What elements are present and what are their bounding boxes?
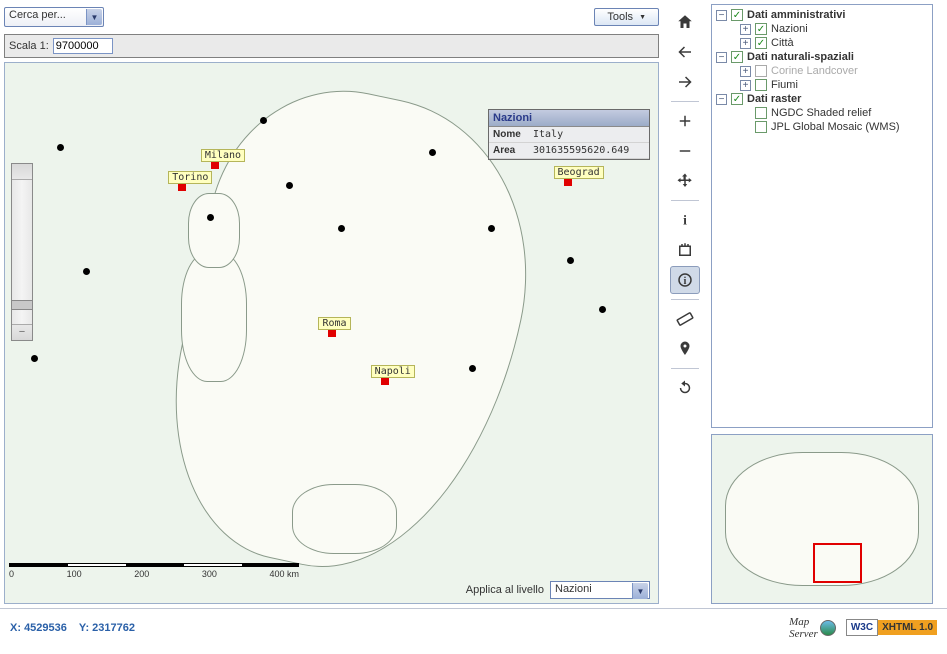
refresh-button[interactable] (670, 374, 700, 402)
city-label[interactable]: Napoli (371, 365, 415, 378)
w3c-xhtml-badge[interactable]: W3CXHTML 1.0 (846, 619, 937, 636)
poi-dot (260, 117, 267, 124)
back-extent-button[interactable] (670, 38, 700, 66)
info-name-label: Nome (493, 129, 527, 140)
zoom-out-button[interactable]: − (12, 324, 32, 340)
poi-dot (567, 257, 574, 264)
city-marker[interactable] (381, 377, 389, 385)
landmass-sardinia (181, 252, 246, 382)
layer-group-checkbox[interactable]: ✓ (731, 93, 743, 105)
apply-to-layer: Applica al livello Nazioni ▼ (466, 581, 650, 599)
zoom-handle[interactable] (11, 300, 33, 310)
expand-icon[interactable]: + (740, 24, 751, 35)
city-marker[interactable] (178, 183, 186, 191)
layer-group-checkbox[interactable]: ✓ (731, 51, 743, 63)
layer-tree: − ✓ Dati amministrativi + ✓ Nazioni + ✓ … (711, 4, 933, 428)
zoom-in-tool[interactable] (670, 107, 700, 135)
layer-checkbox[interactable]: ✓ (755, 79, 767, 91)
add-point-tool[interactable] (670, 335, 700, 363)
zoom-out-tool[interactable] (670, 137, 700, 165)
layer-checkbox[interactable]: ✓ (755, 37, 767, 49)
home-extent-button[interactable] (670, 8, 700, 36)
info-area-value: 301635595620.649 (533, 145, 629, 156)
zoom-slider[interactable]: − (11, 163, 33, 341)
scale-input[interactable] (53, 38, 113, 54)
forward-extent-button[interactable] (670, 68, 700, 96)
chevron-down-icon: ▼ (86, 9, 102, 25)
overview-map[interactable] (711, 434, 933, 604)
collapse-icon[interactable]: − (716, 52, 727, 63)
select-tool[interactable] (670, 236, 700, 264)
landmass-sicily (292, 484, 396, 554)
scale-tick: 200 (134, 569, 149, 579)
layer-group-checkbox[interactable]: ✓ (731, 9, 743, 21)
info-name-value: Italy (533, 129, 563, 140)
search-type-select[interactable]: Cerca per... ▼ (4, 7, 104, 27)
map-viewport[interactable]: − Nazioni Nome Italy Area 301635595620.6… (4, 62, 659, 604)
search-placeholder: Cerca per... (9, 9, 66, 21)
expand-icon[interactable]: + (740, 38, 751, 49)
scale-tick: 400 km (269, 569, 299, 579)
poi-dot (338, 225, 345, 232)
svg-text:i: i (683, 213, 687, 228)
info-area-label: Area (493, 145, 527, 156)
chevron-down-icon: ▼ (632, 583, 648, 599)
poi-dot (599, 306, 606, 313)
collapse-icon[interactable]: − (716, 10, 727, 21)
feature-info-tool[interactable]: i (670, 266, 700, 294)
scale-tick: 100 (67, 569, 82, 579)
measure-tool[interactable] (670, 305, 700, 333)
scale-bar: 0 100 200 300 400 km (9, 563, 299, 579)
layer-jpl[interactable]: JPL Global Mosaic (WMS) (771, 121, 900, 133)
svg-text:i: i (684, 276, 687, 287)
poi-dot (286, 182, 293, 189)
layer-nazioni[interactable]: Nazioni (771, 23, 808, 35)
poi-dot (57, 144, 64, 151)
scale-tick: 300 (202, 569, 217, 579)
status-bar: X: 4529536 Y: 2317762 MapServer W3CXHTML… (0, 608, 947, 646)
pan-tool[interactable] (670, 167, 700, 195)
city-label[interactable]: Roma (318, 317, 350, 330)
layer-group-admin: Dati amministrativi (747, 9, 845, 21)
globe-icon (820, 620, 836, 636)
poi-dot (83, 268, 90, 275)
layer-group-natural: Dati naturali-spaziali (747, 51, 854, 63)
mapserver-logo[interactable]: MapServer (789, 616, 836, 640)
city-label[interactable]: Milano (201, 149, 245, 162)
apply-layer-select[interactable]: Nazioni ▼ (550, 581, 650, 599)
city-marker[interactable] (564, 178, 572, 186)
layer-checkbox[interactable]: ✓ (755, 107, 767, 119)
layer-checkbox[interactable]: ✓ (755, 23, 767, 35)
landmass-corsica (188, 193, 240, 269)
identify-tool[interactable]: i (670, 206, 700, 234)
layer-checkbox[interactable]: ✓ (755, 121, 767, 133)
layer-corine[interactable]: Corine Landcover (771, 65, 858, 77)
layer-fiumi[interactable]: Fiumi (771, 79, 798, 91)
city-label[interactable]: Torino (168, 171, 212, 184)
layer-ngdc[interactable]: NGDC Shaded relief (771, 107, 871, 119)
feature-info-box: Nazioni Nome Italy Area 301635595620.649 (488, 109, 650, 160)
layer-checkbox[interactable]: ✓ (755, 65, 767, 77)
scale-label: Scala 1: (9, 40, 49, 52)
scale-indicator: Scala 1: (4, 34, 659, 58)
collapse-icon[interactable]: − (716, 94, 727, 105)
city-marker[interactable] (328, 329, 336, 337)
expand-icon[interactable]: + (740, 66, 751, 77)
expand-icon[interactable]: + (740, 80, 751, 91)
zoom-in-button[interactable] (12, 164, 32, 180)
scale-tick: 0 (9, 569, 14, 579)
layer-group-raster: Dati raster (747, 93, 801, 105)
overview-extent-box[interactable] (813, 543, 861, 583)
poi-dot (31, 355, 38, 362)
city-label[interactable]: Beograd (554, 166, 604, 179)
feature-info-title: Nazioni (489, 110, 649, 127)
city-marker[interactable] (211, 161, 219, 169)
layer-citta[interactable]: Città (771, 37, 794, 49)
tools-menu-button[interactable]: Tools (594, 8, 659, 26)
apply-label: Applica al livello (466, 584, 544, 596)
coordinate-readout: X: 4529536 Y: 2317762 (10, 622, 135, 634)
zoom-track[interactable] (12, 180, 32, 324)
